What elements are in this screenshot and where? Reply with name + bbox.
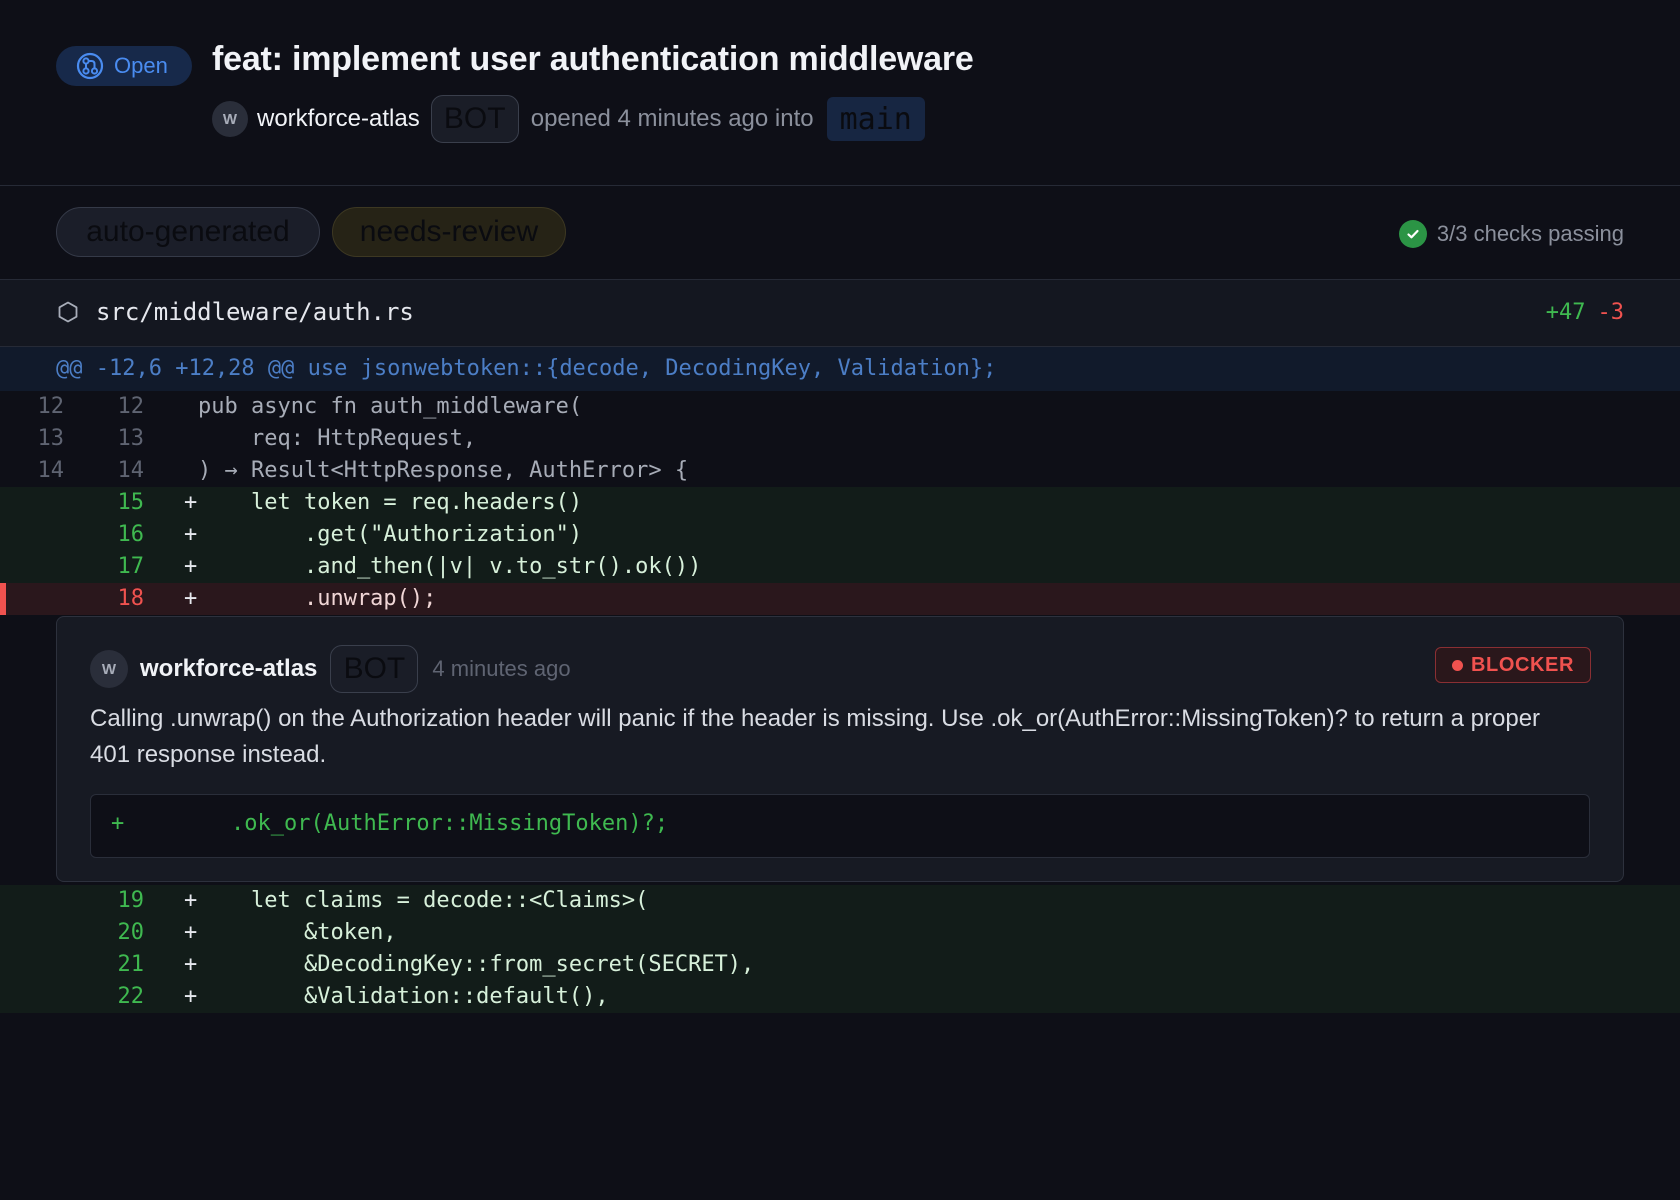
suggestion-sign: + <box>111 811 125 836</box>
diff-sign: + <box>184 888 198 913</box>
diff-line[interactable]: 15 + let token = req.headers() <box>0 487 1680 519</box>
comment-timestamp[interactable]: 4 minutes ago <box>432 656 570 682</box>
diff-line[interactable]: 22 + &Validation::default(), <box>0 981 1680 1013</box>
diff-sign: + <box>184 984 198 1009</box>
severity-badge: BLOCKER <box>1435 647 1591 683</box>
new-line-number[interactable]: 21 <box>64 949 145 981</box>
labels-row: auto-generated needs-review 3/3 checks p… <box>0 186 1680 280</box>
pr-title: feat: implement user authentication midd… <box>212 40 974 78</box>
pr-meta: W workforce-atlas BOT opened 4 minutes a… <box>212 95 925 143</box>
new-line-number[interactable]: 22 <box>64 981 145 1013</box>
additions-count: +47 <box>1545 300 1586 325</box>
diff-sign: + <box>184 952 198 977</box>
pr-author-link[interactable]: workforce-atlas <box>257 105 420 133</box>
label-auto-generated[interactable]: auto-generated <box>56 207 320 257</box>
bot-badge: BOT <box>430 95 519 143</box>
comment-author-link[interactable]: workforce-atlas <box>140 655 317 683</box>
line-code: ) → Result<HttpResponse, AuthError> { <box>198 458 689 483</box>
severity-label: BLOCKER <box>1470 653 1575 676</box>
pr-status-badge: Open <box>56 46 192 86</box>
checks-label: 3/3 checks passing <box>1436 221 1624 246</box>
diff-sign: + <box>184 586 198 611</box>
diff-sign: + <box>184 490 198 515</box>
file-path[interactable]: src/middleware/auth.rs <box>96 298 414 326</box>
new-line-number[interactable]: 19 <box>64 885 145 917</box>
pr-header: Open feat: implement user authentication… <box>0 0 1680 186</box>
suggestion-block: + .ok_or(AuthError::MissingToken)?; <box>90 794 1590 858</box>
line-code: .get("Authorization") <box>198 522 583 547</box>
line-code: .and_then(|v| v.to_str().ok()) <box>198 554 702 579</box>
diff-lines-before: 12 12 pub async fn auth_middleware( 13 13 re… <box>0 391 1680 615</box>
diff-sign: + <box>184 554 198 579</box>
line-code: .unwrap(); <box>198 586 437 611</box>
old-line-number[interactable]: 13 <box>0 423 65 455</box>
pr-status-label: Open <box>114 53 168 78</box>
suggestion-code: .ok_or(AuthError::MissingToken)?; <box>231 811 669 836</box>
git-pull-request-icon <box>76 52 104 80</box>
diff-line[interactable]: 20 + &token, <box>0 917 1680 949</box>
diff-line[interactable]: 14 14 ) → Result<HttpResponse, AuthError> … <box>0 455 1680 487</box>
diff-line[interactable]: 17 + .and_then(|v| v.to_str().ok()) <box>0 551 1680 583</box>
avatar[interactable]: W <box>212 101 248 137</box>
new-line-number[interactable]: 16 <box>64 519 145 551</box>
deletions-count: -3 <box>1597 300 1625 325</box>
pr-opened-text: opened 4 minutes ago into <box>530 105 814 132</box>
line-code: pub async fn auth_middleware( <box>198 394 583 419</box>
diff-lines-after: 19 + let claims = decode::<Claims>(20 + &t… <box>0 885 1680 1013</box>
line-code: req: HttpRequest, <box>198 426 477 451</box>
line-code: &Validation::default(), <box>198 984 609 1009</box>
comment-header: W workforce-atlas BOT 4 minutes ago <box>90 645 571 693</box>
checks-status[interactable]: 3/3 checks passing <box>1398 220 1624 248</box>
new-line-number[interactable]: 15 <box>64 487 145 519</box>
old-line-number[interactable]: 14 <box>0 455 65 487</box>
diff-line[interactable]: 12 12 pub async fn auth_middleware( <box>0 391 1680 423</box>
diff-line[interactable]: 21 + &DecodingKey::from_secret(SECRET), <box>0 949 1680 981</box>
line-code: &token, <box>198 920 397 945</box>
hexagon-file-icon <box>58 301 78 323</box>
new-line-number[interactable]: 13 <box>64 423 145 455</box>
check-circle-icon <box>1398 220 1427 248</box>
label-needs-review[interactable]: needs-review <box>332 207 566 257</box>
line-code: let claims = decode::<Claims>( <box>198 888 649 913</box>
new-line-number[interactable]: 20 <box>64 917 145 949</box>
new-line-number[interactable]: 14 <box>64 455 145 487</box>
file-header[interactable]: src/middleware/auth.rs +47 -3 <box>0 280 1680 347</box>
diff-line[interactable]: 16 + .get("Authorization") <box>0 519 1680 551</box>
new-line-number[interactable]: 17 <box>64 551 145 583</box>
comment-marker <box>0 583 6 615</box>
diff-sign: + <box>184 522 198 547</box>
diff-line[interactable]: 19 + let claims = decode::<Claims>( <box>0 885 1680 917</box>
old-line-number[interactable]: 12 <box>0 391 65 423</box>
line-code: let token = req.headers() <box>198 490 583 515</box>
avatar[interactable]: W <box>90 650 128 688</box>
bot-badge: BOT <box>330 645 419 693</box>
review-comment: W workforce-atlas BOT 4 minutes ago BLOC… <box>56 616 1624 882</box>
diff-stat: +47 -3 <box>1546 300 1624 325</box>
diff-sign: + <box>184 920 198 945</box>
target-branch[interactable]: main <box>826 97 925 141</box>
diff-line[interactable]: 13 13 req: HttpRequest, <box>0 423 1680 455</box>
hunk-header[interactable]: @@ -12,6 +12,28 @@ use jsonwebtoken::{de… <box>0 347 1680 391</box>
review-comment-thread: W workforce-atlas BOT 4 minutes ago BLOC… <box>0 615 1680 885</box>
new-line-number[interactable]: 18 <box>64 583 145 615</box>
comment-body: Calling .unwrap() on the Authorization h… <box>90 705 1541 768</box>
diff-line[interactable]: 18 + .unwrap(); <box>0 583 1680 615</box>
new-line-number[interactable]: 12 <box>64 391 145 423</box>
red-dot-icon <box>1451 659 1463 671</box>
line-code: &DecodingKey::from_secret(SECRET), <box>198 952 755 977</box>
